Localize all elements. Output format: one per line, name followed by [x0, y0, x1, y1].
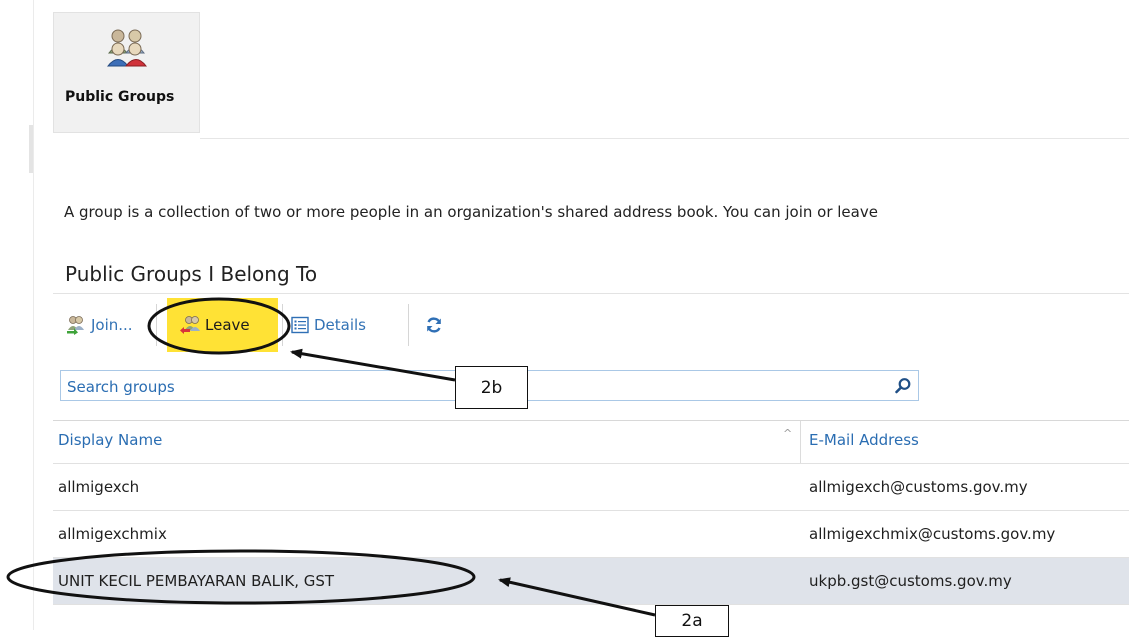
cell-display-name: UNIT KECIL PEMBAYARAN BALIK, GST	[58, 572, 335, 590]
tile-label: Public Groups	[65, 89, 175, 105]
details-label: Details	[314, 316, 367, 334]
section-title: Public Groups I Belong To	[65, 262, 318, 286]
sort-ascending-icon: ^	[783, 427, 793, 440]
join-label: Join...	[91, 316, 133, 334]
leave-label: Leave	[205, 316, 250, 334]
details-icon	[291, 316, 309, 334]
cell-email: allmigexchmix@customs.gov.my	[809, 525, 1056, 543]
people-group-icon	[106, 29, 148, 67]
intro-text: A group is a collection of two or more p…	[64, 203, 878, 221]
table-row[interactable]: allmigexchmix allmigexchmix@customs.gov.…	[53, 511, 1129, 557]
callout-2a: 2a	[655, 605, 729, 637]
cell-display-name: allmigexch	[58, 478, 140, 496]
cell-display-name: allmigexchmix	[58, 525, 167, 543]
public-groups-tile[interactable]: Public Groups	[53, 12, 200, 133]
header-divider	[200, 138, 1129, 139]
table-row-selected[interactable]: UNIT KECIL PEMBAYARAN BALIK, GST ukpb.gs…	[53, 558, 1129, 604]
toolbar-separator	[156, 304, 157, 346]
row-divider	[53, 604, 1129, 605]
section-rule	[53, 293, 1129, 294]
cell-email: allmigexch@customs.gov.my	[809, 478, 1028, 496]
leave-icon	[180, 316, 200, 334]
toolbar-separator	[282, 304, 283, 346]
refresh-button[interactable]	[425, 298, 448, 352]
rail-divider	[33, 0, 34, 630]
column-header-email[interactable]: E-Mail Address	[809, 431, 919, 449]
leave-button[interactable]: Leave	[167, 298, 278, 352]
table-row[interactable]: allmigexch allmigexch@customs.gov.my	[53, 464, 1129, 510]
column-header-display-name[interactable]: Display Name	[58, 431, 162, 449]
join-button[interactable]: Join...	[66, 298, 133, 352]
column-resize-handle[interactable]	[800, 421, 801, 463]
cell-email: ukpb.gst@customs.gov.my	[809, 572, 1012, 590]
callout-2b: 2b	[455, 366, 528, 409]
details-button[interactable]: Details	[291, 298, 366, 352]
search-icon[interactable]	[894, 377, 912, 395]
grid-header: Display Name ^ E-Mail Address	[53, 421, 1129, 463]
left-rail	[0, 0, 34, 630]
groups-toolbar: Join... Leave Details	[53, 298, 473, 352]
toolbar-separator	[408, 304, 409, 346]
join-icon	[67, 316, 84, 335]
refresh-icon	[427, 317, 441, 333]
